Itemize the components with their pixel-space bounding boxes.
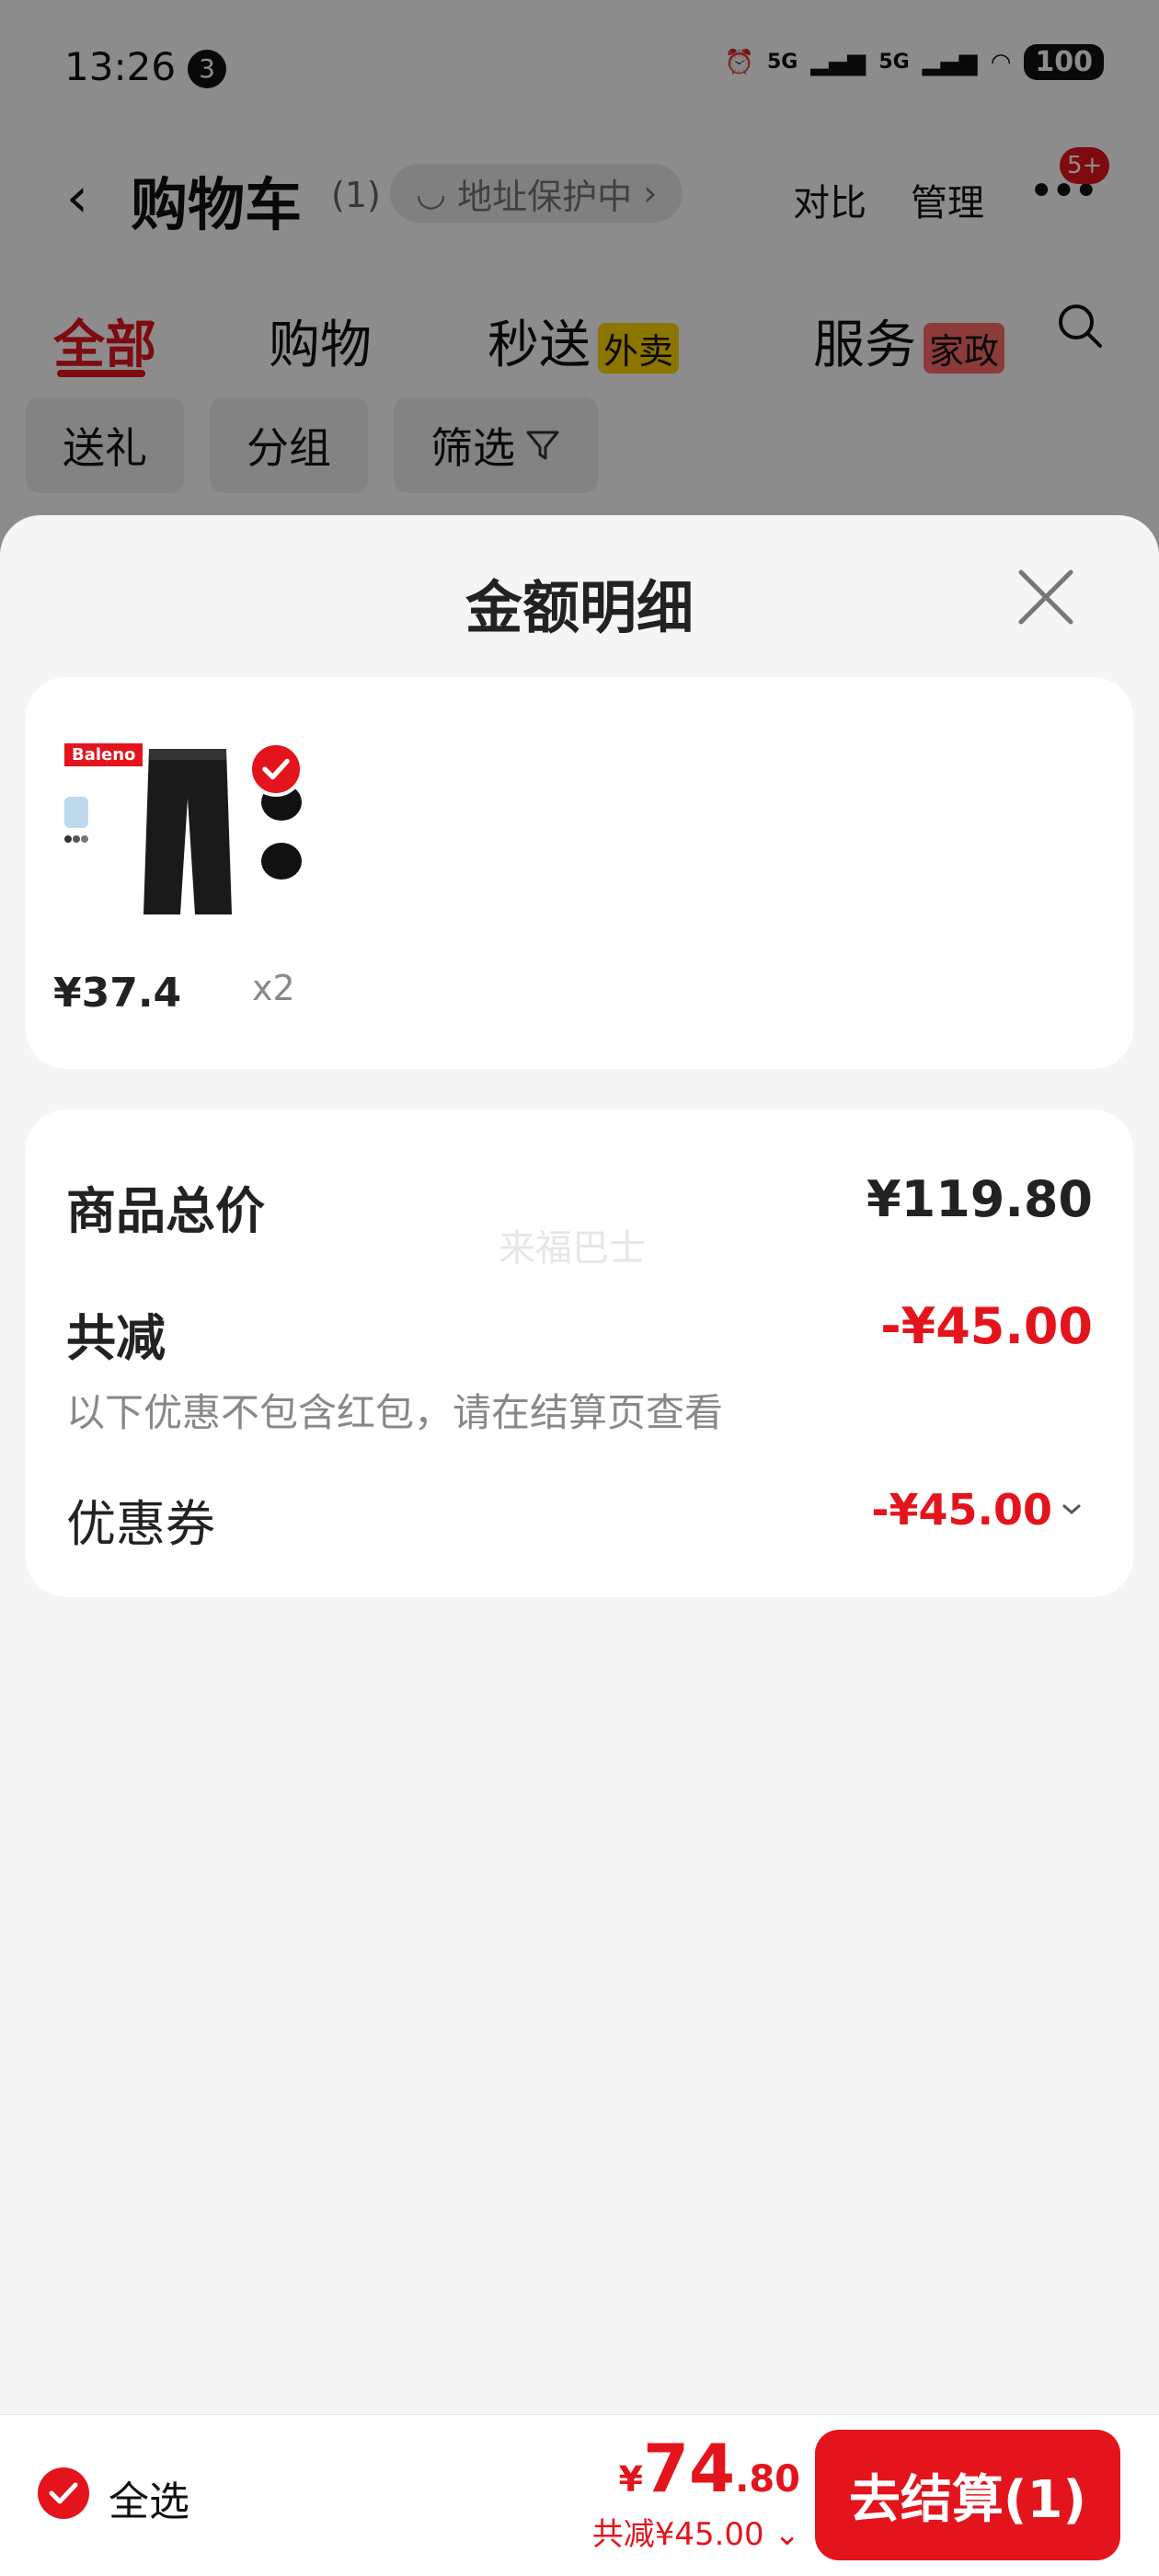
chevron-down-icon-2: ⌄ bbox=[774, 2516, 801, 2553]
coupon-value: -¥45.00 bbox=[871, 1485, 1052, 1535]
status-time: 13:26 bbox=[64, 44, 177, 89]
filter-icon bbox=[526, 431, 559, 460]
total-decimal: .80 bbox=[735, 2458, 800, 2501]
cart-page-background: 13:26 3 ⏰ 5G ▂▄▆ 5G ▂▄▆ ◠ 100 ‹ 购物车 (1) … bbox=[0, 0, 1159, 552]
signal-5g-1: 5G bbox=[766, 51, 798, 74]
battery-indicator: 100 bbox=[1024, 44, 1104, 80]
checkout-bar: 全选 ¥74.80 共减¥45.00 ⌄ 去结算(1) bbox=[0, 2414, 1159, 2576]
chevron-right-icon: › bbox=[643, 173, 658, 213]
amount-detail-sheet: 金额明细 Baleno ¥37.4 x2 来福巴士 商品总价 ¥119.80 共… bbox=[0, 515, 1159, 2576]
discount-note: 以下优惠不包含红包，请在结算页查看 bbox=[66, 1390, 724, 1435]
cart-count: (1) bbox=[331, 175, 381, 215]
page-title: 购物车 bbox=[131, 171, 303, 238]
brand-logo: Baleno bbox=[64, 743, 143, 766]
total-saved: 共减¥45.00 ⌄ bbox=[592, 2509, 800, 2554]
signal-5g-2: 5G bbox=[878, 51, 910, 74]
address-protection-label: 地址保护中 bbox=[457, 176, 633, 217]
tab-service[interactable]: 服务 家政 bbox=[813, 304, 1005, 378]
total-price-label: 商品总价 bbox=[66, 1182, 265, 1240]
search-icon[interactable] bbox=[1056, 302, 1104, 350]
active-tab-underline bbox=[57, 370, 145, 377]
takeout-tag: 外卖 bbox=[598, 323, 680, 374]
notification-count-badge: 3 bbox=[188, 50, 226, 88]
product-thumbnail[interactable]: Baleno bbox=[59, 727, 316, 926]
select-all-label[interactable]: 全选 bbox=[109, 2468, 189, 2527]
smile-icon: ◡ bbox=[416, 173, 447, 213]
wifi-icon: ◠ bbox=[990, 48, 1012, 76]
total-integer: 74 bbox=[642, 2430, 736, 2507]
price-summary-card: 来福巴士 商品总价 ¥119.80 共减 -¥45.00 以下优惠不包含红包，请… bbox=[26, 1110, 1133, 1597]
more-badge: 5+ bbox=[1060, 147, 1110, 184]
alarm-icon: ⏰ bbox=[724, 48, 754, 76]
sheet-title: 金额明细 bbox=[465, 574, 694, 641]
manage-button[interactable]: 管理 bbox=[911, 173, 984, 226]
product-card: Baleno ¥37.4 x2 bbox=[26, 677, 1133, 1069]
chevron-down-icon bbox=[1062, 1504, 1081, 1514]
status-icons: ⏰ 5G ▂▄▆ 5G ▂▄▆ ◠ 100 bbox=[725, 44, 1104, 80]
signal-bars-icon-2: ▂▄▆ bbox=[922, 48, 978, 76]
watermark: 来福巴士 bbox=[499, 1227, 646, 1270]
tab-express[interactable]: 秒送 外卖 bbox=[488, 304, 680, 378]
chip-filter-label: 筛选 bbox=[430, 423, 515, 473]
detail-images bbox=[261, 784, 302, 880]
total-amount[interactable]: ¥74.80 共减¥45.00 ⌄ bbox=[592, 2430, 800, 2554]
address-protection-chip[interactable]: ◡ 地址保护中 › bbox=[390, 164, 683, 223]
category-tabs: 全部 购物 秒送 外卖 服务 家政 bbox=[0, 294, 1159, 377]
total-saved-text: 共减¥45.00 bbox=[591, 2516, 764, 2553]
total-reduction-label: 共减 bbox=[66, 1309, 166, 1367]
cart-header: ‹ 购物车 (1) ◡ 地址保护中 › 对比 管理 ••• 5+ bbox=[0, 147, 1159, 239]
selected-check-icon[interactable] bbox=[248, 742, 304, 797]
total-price-value: ¥119.80 bbox=[866, 1170, 1093, 1228]
product-price: ¥37.4 bbox=[53, 970, 182, 1017]
color-swatch-image bbox=[64, 797, 88, 843]
status-bar: 13:26 3 ⏰ 5G ▂▄▆ 5G ▂▄▆ ◠ 100 bbox=[0, 37, 1159, 101]
total-price: ¥74.80 bbox=[592, 2430, 800, 2507]
chip-gift[interactable]: 送礼 bbox=[26, 397, 184, 493]
tab-all[interactable]: 全部 bbox=[53, 304, 156, 378]
housekeeping-tag: 家政 bbox=[924, 323, 1005, 374]
select-all-checkbox-icon[interactable] bbox=[37, 2467, 90, 2520]
tab-express-label: 秒送 bbox=[488, 316, 591, 375]
checkout-button[interactable]: 去结算(1) bbox=[815, 2430, 1120, 2560]
close-icon[interactable] bbox=[1016, 567, 1076, 627]
coupon-label: 优惠券 bbox=[66, 1495, 215, 1553]
signal-bars-icon: ▂▄▆ bbox=[810, 48, 866, 76]
product-quantity: x2 bbox=[252, 968, 295, 1008]
back-arrow-icon[interactable]: ‹ bbox=[66, 166, 88, 230]
tab-service-label: 服务 bbox=[813, 316, 916, 375]
total-currency: ¥ bbox=[618, 2459, 643, 2500]
pants-image bbox=[143, 749, 232, 914]
compare-button[interactable]: 对比 bbox=[793, 173, 866, 226]
chip-group[interactable]: 分组 bbox=[210, 397, 368, 493]
total-reduction-value: -¥45.00 bbox=[880, 1297, 1093, 1355]
chip-filter[interactable]: 筛选 bbox=[394, 397, 598, 493]
filter-chips: 送礼 分组 筛选 bbox=[26, 397, 598, 493]
tab-shopping[interactable]: 购物 bbox=[269, 304, 372, 378]
coupon-value-toggle[interactable]: -¥45.00 bbox=[871, 1485, 1084, 1535]
